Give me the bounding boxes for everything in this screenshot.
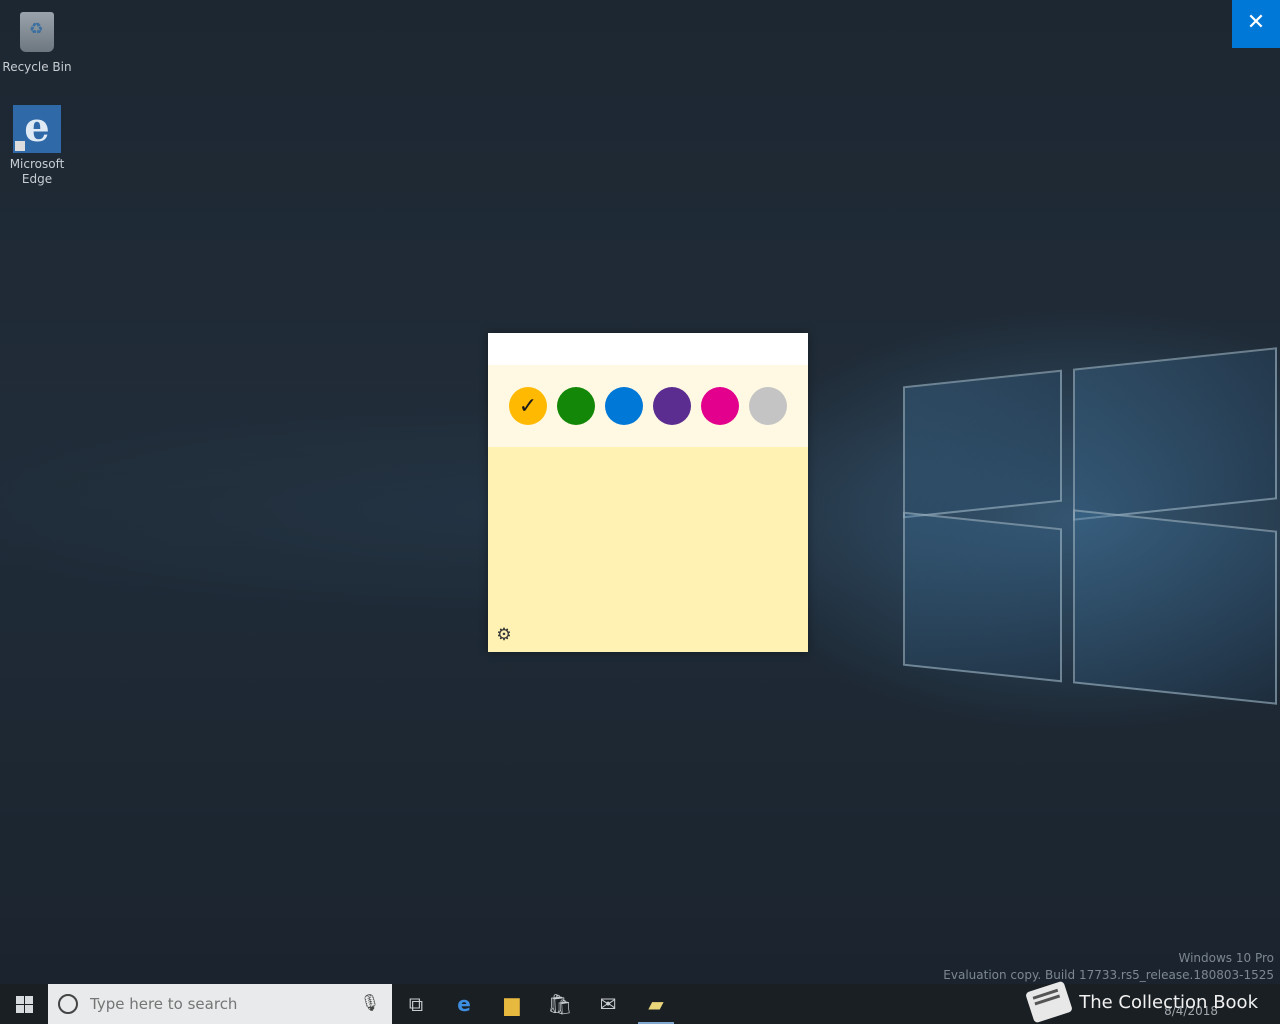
edge-icon: e: [457, 992, 471, 1016]
brand-text: The Collection Book: [1079, 991, 1258, 1013]
color-swatch-pink[interactable]: [701, 387, 739, 425]
color-swatch-yellow[interactable]: ✓: [509, 387, 547, 425]
gear-icon[interactable]: ⚙: [495, 626, 513, 644]
color-swatch-blue[interactable]: [605, 387, 643, 425]
sticky-note-titlebar[interactable]: [488, 333, 808, 365]
brand-overlay: The Collection Book: [1025, 980, 1258, 1024]
desktop-icon-recycle-bin[interactable]: Recycle Bin: [0, 8, 74, 75]
sticky-note-window: ✓ ⚙: [488, 333, 808, 652]
store-icon: 🛍: [547, 992, 573, 1016]
recycle-bin-icon: [20, 12, 54, 52]
watermark-edition: Windows 10 Pro: [1178, 951, 1274, 965]
desktop-icon-label: Microsoft Edge: [9, 157, 65, 186]
desktop-icon-label: Recycle Bin: [2, 60, 72, 74]
sticky-notes-icon: ▰: [648, 992, 664, 1016]
taskbar-file-explorer[interactable]: ▆: [488, 984, 536, 1024]
windows-watermark: Windows 10 Pro Evaluation copy. Build 17…: [943, 950, 1274, 984]
close-icon: ✕: [1246, 10, 1266, 35]
taskbar-edge[interactable]: e: [440, 984, 488, 1024]
taskbar-search[interactable]: 🎙: [48, 984, 392, 1024]
check-icon: ✓: [518, 393, 538, 419]
note-body[interactable]: ⚙: [488, 447, 808, 652]
color-swatch-purple[interactable]: [653, 387, 691, 425]
color-swatch-green[interactable]: [557, 387, 595, 425]
folder-icon: ▆: [504, 992, 520, 1016]
windows-logo-wallpaper: [895, 330, 1280, 710]
microphone-icon[interactable]: 🎙: [360, 993, 380, 1012]
color-swatch-gray[interactable]: [749, 387, 787, 425]
mail-icon: ✉: [599, 992, 617, 1016]
windows-start-icon: [15, 995, 33, 1013]
start-button[interactable]: [0, 984, 48, 1024]
task-view-icon: ⧉: [408, 992, 424, 1016]
book-icon: [1025, 980, 1074, 1024]
edge-icon: e: [13, 105, 61, 153]
taskbar-sticky-notes[interactable]: ▰: [632, 984, 680, 1024]
task-view-button[interactable]: ⧉: [392, 984, 440, 1024]
search-input[interactable]: [88, 994, 352, 1014]
watermark-build: Evaluation copy. Build 17733.rs5_release…: [943, 968, 1274, 982]
taskbar-store[interactable]: 🛍: [536, 984, 584, 1024]
taskbar-mail[interactable]: ✉: [584, 984, 632, 1024]
close-button[interactable]: ✕: [1232, 0, 1280, 48]
cortana-icon: [58, 994, 78, 1014]
color-palette: ✓: [488, 365, 808, 447]
desktop-icon-microsoft-edge[interactable]: e Microsoft Edge: [0, 105, 74, 187]
